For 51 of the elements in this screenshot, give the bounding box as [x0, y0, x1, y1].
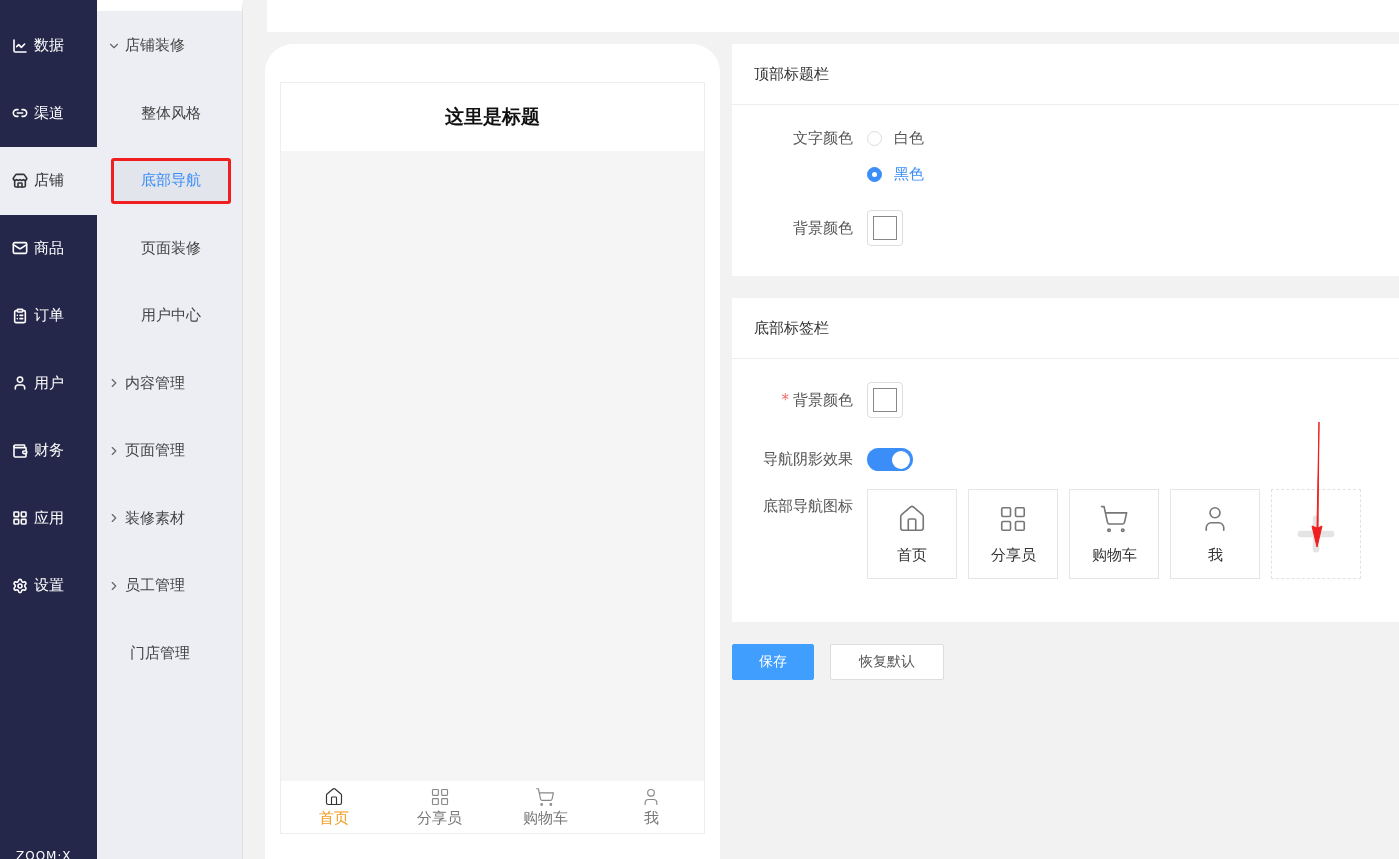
field-label: 导航阴影效果: [762, 449, 853, 470]
nav-item[interactable]: 订单: [0, 282, 97, 350]
nav-icon-card[interactable]: 首页: [867, 489, 957, 579]
nav-item[interactable]: 店铺: [0, 147, 97, 215]
radio-option[interactable]: 白色: [867, 127, 924, 149]
user-icon: [12, 375, 28, 392]
tab-item[interactable]: 分享员: [386, 781, 493, 833]
toggle-switch[interactable]: [867, 448, 913, 471]
menu-group[interactable]: 页面管理: [97, 417, 242, 485]
action-button[interactable]: 恢复默认: [830, 644, 944, 680]
tab-item[interactable]: 我: [598, 781, 704, 833]
tab-item[interactable]: 购物车: [492, 781, 599, 833]
nav-item[interactable]: 设置: [0, 552, 97, 620]
store-icon: [12, 172, 28, 189]
nav-item[interactable]: 应用: [0, 484, 97, 552]
panel-title: 顶部标题栏: [732, 44, 1399, 105]
menu-item[interactable]: 页面装修: [111, 225, 231, 272]
field-label: 文字颜色: [792, 128, 853, 149]
nav-item[interactable]: 数据: [0, 12, 97, 80]
nav-item[interactable]: 用户: [0, 349, 97, 417]
page-title: 这里是标题: [281, 83, 704, 151]
field-label: 背景颜色: [792, 218, 853, 239]
field-label: * 背景颜色: [780, 390, 853, 411]
grid-icon: [429, 786, 450, 807]
menu-group[interactable]: 员工管理: [97, 552, 242, 620]
field-label: 底部导航图标: [762, 496, 853, 517]
nav-item[interactable]: 商品: [0, 214, 97, 282]
menu-group[interactable]: 装修素材: [97, 484, 242, 552]
panel-title: 底部标签栏: [732, 298, 1399, 359]
cart-icon: [1099, 503, 1129, 534]
clipboard-icon: [12, 307, 28, 324]
menu-item[interactable]: 门店管理: [97, 619, 242, 687]
nav-icon-card[interactable]: 购物车: [1069, 489, 1159, 579]
color-picker[interactable]: [867, 210, 903, 246]
nav-icon-card[interactable]: 分享员: [968, 489, 1058, 579]
menu-group[interactable]: 店铺装修: [97, 12, 242, 80]
cart-icon: [535, 786, 556, 807]
settings-icon: [12, 577, 28, 594]
menu-item[interactable]: 整体风格: [111, 90, 231, 137]
color-picker[interactable]: [867, 382, 903, 418]
line-chart-icon: [12, 37, 28, 54]
apps-icon: [12, 510, 28, 527]
nav-item[interactable]: 财务: [0, 417, 97, 485]
envelope-icon: [12, 240, 28, 257]
house-icon: [897, 503, 927, 534]
menu-group[interactable]: 内容管理: [97, 349, 242, 417]
house-icon: [323, 786, 344, 807]
nav-item[interactable]: 渠道: [0, 79, 97, 147]
nav-icon-card[interactable]: 我: [1170, 489, 1260, 579]
menu-item[interactable]: 用户中心: [111, 292, 231, 339]
wallet-icon: [12, 442, 28, 459]
